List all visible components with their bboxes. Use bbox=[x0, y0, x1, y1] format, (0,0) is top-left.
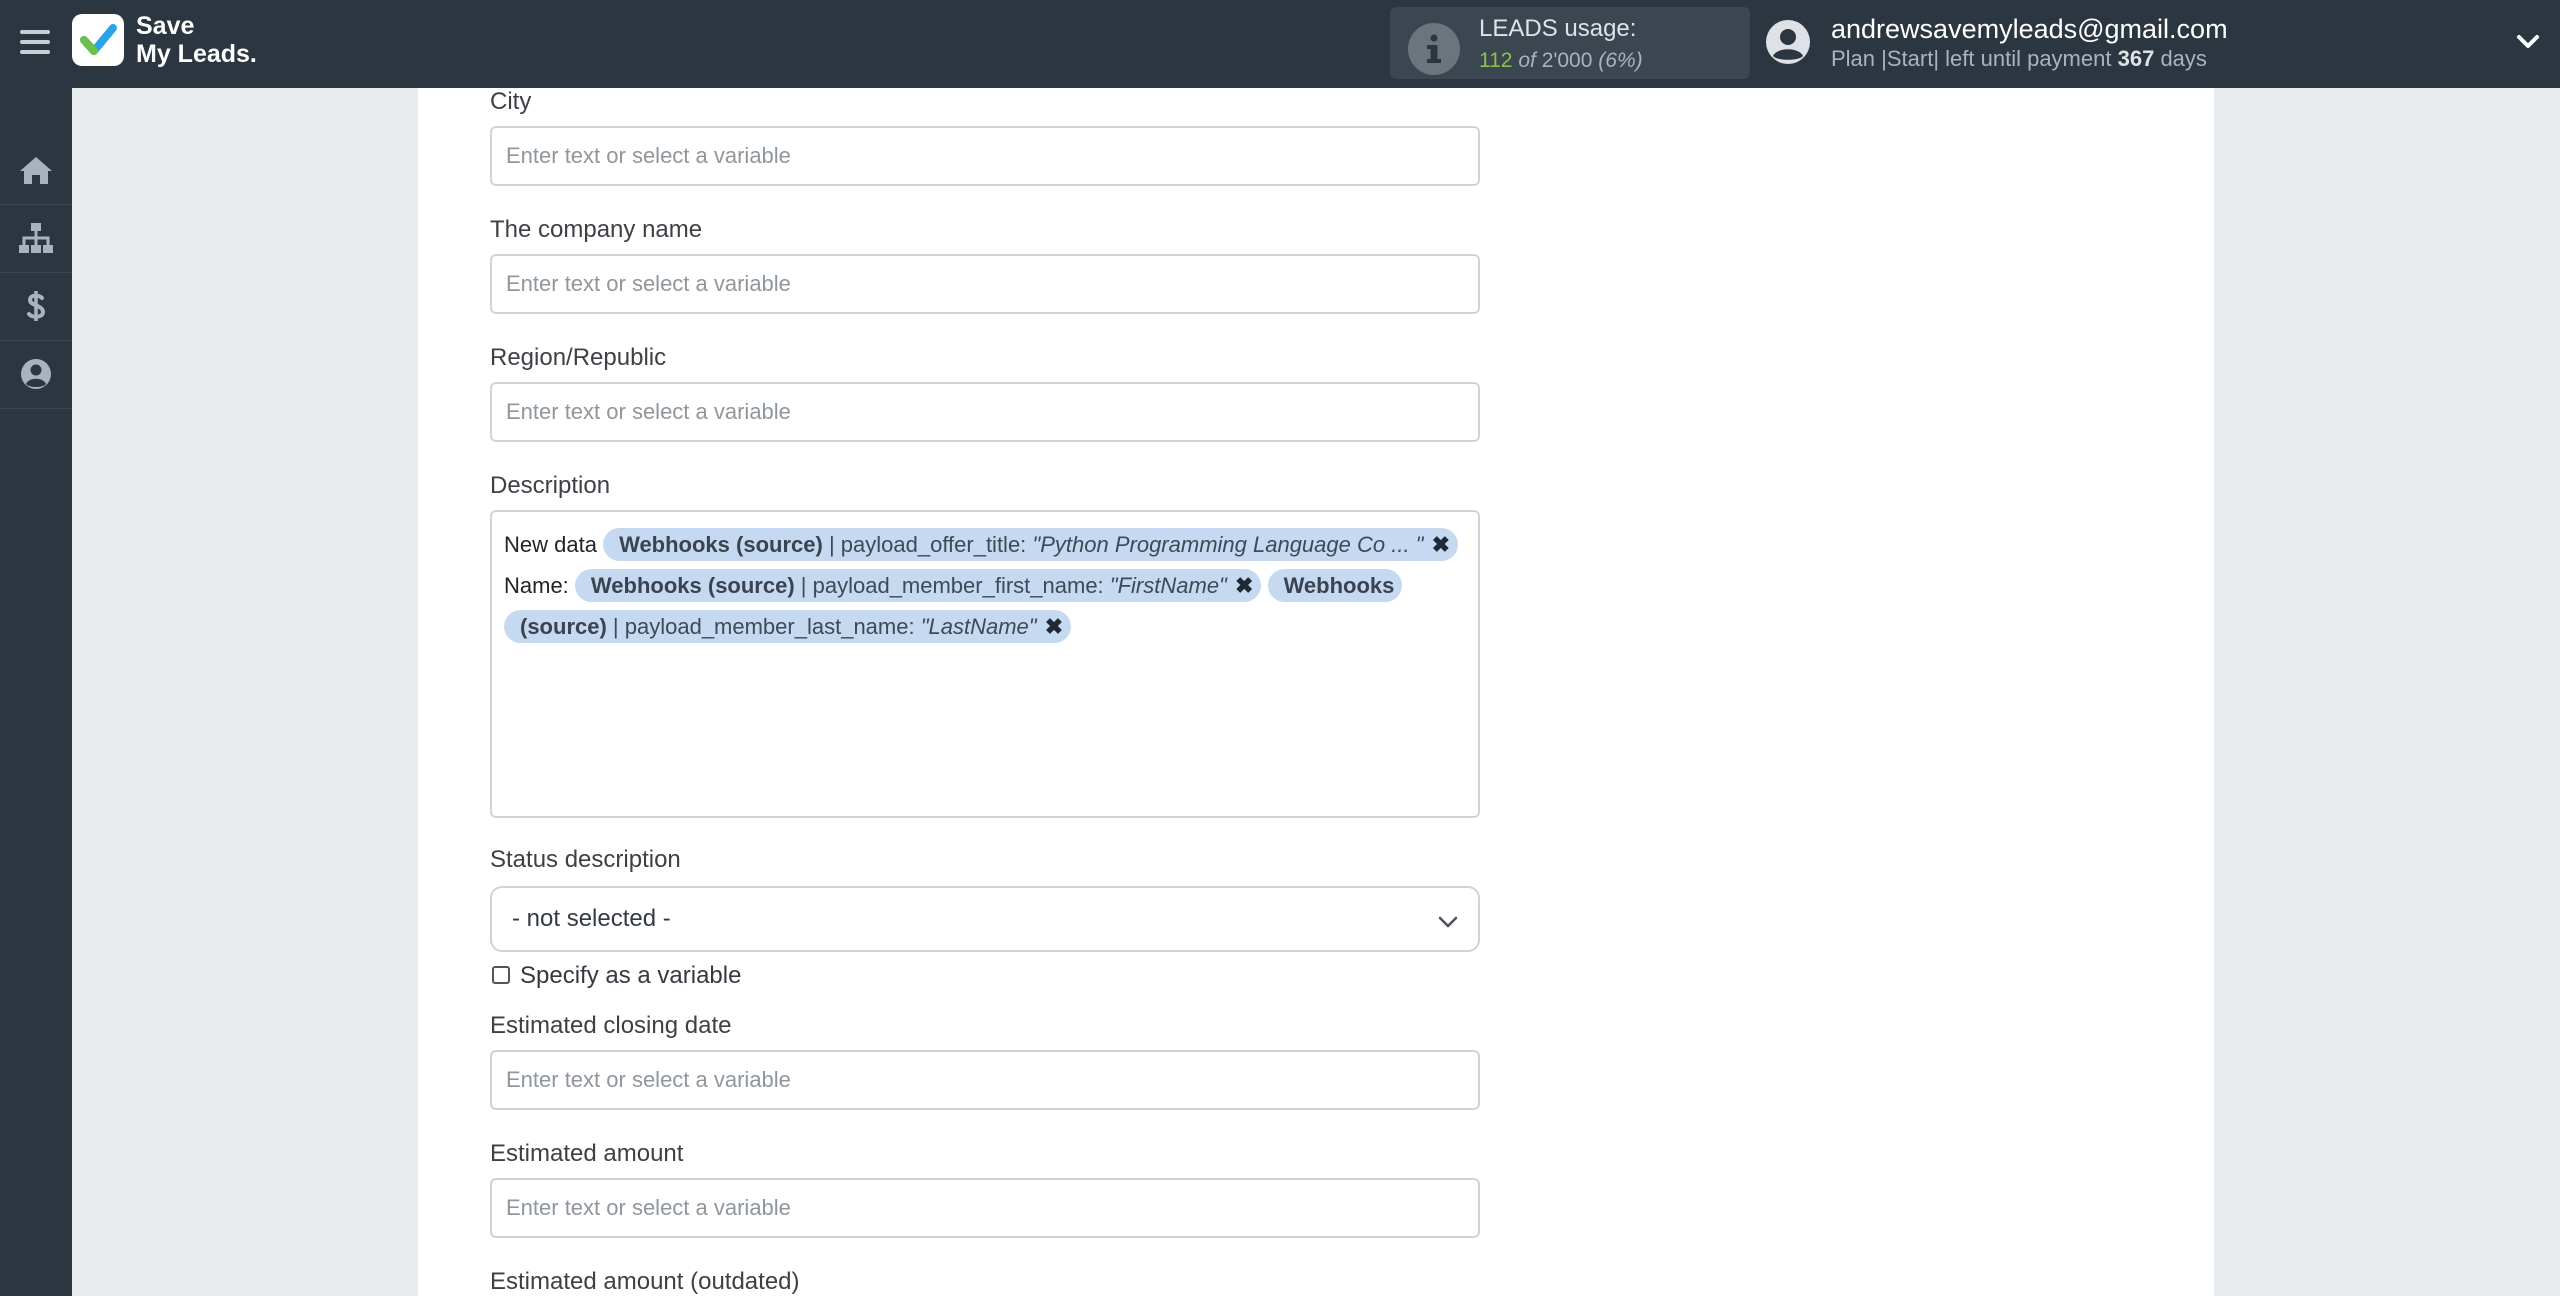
usage-of: of bbox=[1518, 49, 1536, 72]
tag-field: | payload_member_last_name: bbox=[612, 614, 915, 639]
leads-usage-panel: LEADS usage: 112 of 2'000 (6%) bbox=[1390, 7, 1750, 79]
logo-icon[interactable] bbox=[72, 14, 124, 66]
usage-title: LEADS usage: bbox=[1479, 15, 1637, 42]
sitemap-icon bbox=[19, 223, 53, 253]
hamburger-menu-icon[interactable] bbox=[16, 24, 56, 64]
variable-tag-first-name[interactable]: Webhooks (source) | payload_member_first… bbox=[574, 569, 1262, 602]
home-icon bbox=[20, 157, 52, 184]
dollar-icon bbox=[27, 291, 46, 321]
tag-field: | payload_member_first_name: bbox=[800, 573, 1104, 598]
tag-value: "Python Programming Language Co ... " bbox=[1032, 532, 1424, 557]
plan-days-suffix: days bbox=[2160, 46, 2207, 71]
sidebar bbox=[0, 88, 72, 1296]
status-description-label: Status description bbox=[490, 846, 681, 873]
tag-value: "FirstName" bbox=[1109, 573, 1227, 598]
chevron-down-icon[interactable] bbox=[2512, 26, 2544, 58]
description-static-text: Name: bbox=[504, 573, 569, 598]
sidebar-item-connections[interactable] bbox=[0, 204, 72, 273]
user-email[interactable]: andrewsavemyleads@gmail.com bbox=[1831, 14, 2228, 45]
remove-tag-icon[interactable]: ✖ bbox=[1430, 532, 1450, 557]
info-icon bbox=[1408, 23, 1460, 75]
logo-text[interactable]: Save My Leads. bbox=[136, 12, 257, 68]
user-avatar-icon[interactable] bbox=[1764, 18, 1812, 66]
description-label: Description bbox=[490, 472, 611, 499]
company-name-input[interactable] bbox=[490, 254, 1480, 314]
city-input[interactable] bbox=[490, 126, 1480, 186]
remove-tag-icon[interactable]: ✖ bbox=[1233, 573, 1253, 598]
user-circle-icon bbox=[21, 359, 51, 389]
description-static-text: New data bbox=[504, 532, 597, 557]
plan-prefix: Plan |Start| left until payment bbox=[1831, 46, 2112, 71]
estimated-amount-label: Estimated amount bbox=[490, 1140, 684, 1167]
usage-limit: 2'000 bbox=[1541, 49, 1593, 72]
sidebar-item-home[interactable] bbox=[0, 136, 72, 205]
estimated-amount-input[interactable] bbox=[490, 1178, 1480, 1238]
specify-variable-label[interactable]: Specify as a variable bbox=[520, 962, 741, 990]
chevron-down-icon bbox=[1438, 916, 1458, 928]
status-description-select[interactable]: - not selected - bbox=[490, 886, 1480, 952]
tag-source: Webhooks (source) bbox=[590, 573, 795, 598]
sidebar-item-account[interactable] bbox=[0, 340, 72, 409]
region-label: Region/Republic bbox=[490, 344, 667, 371]
variable-tag-offer-title[interactable]: Webhooks (source) | payload_offer_title:… bbox=[603, 528, 1459, 561]
estimated-amount-outdated-label: Estimated amount (outdated) bbox=[490, 1268, 800, 1295]
usage-percent: (6%) bbox=[1598, 49, 1643, 72]
remove-tag-icon[interactable]: ✖ bbox=[1043, 614, 1063, 639]
city-label: City bbox=[490, 88, 532, 115]
company-name-label: The company name bbox=[490, 216, 703, 243]
closing-date-label: Estimated closing date bbox=[490, 1012, 732, 1039]
status-selected-value: - not selected - bbox=[512, 905, 671, 932]
description-field[interactable]: New data Webhooks (source) | payload_off… bbox=[490, 510, 1480, 818]
user-plan: Plan |Start| left until payment 367 days bbox=[1831, 46, 2207, 72]
plan-days: 367 bbox=[2117, 46, 2155, 71]
specify-variable-checkbox[interactable] bbox=[492, 966, 510, 984]
tag-field: | payload_offer_title: bbox=[828, 532, 1027, 557]
region-input[interactable] bbox=[490, 382, 1480, 442]
logo-line1: Save bbox=[136, 12, 195, 40]
logo-line2: My Leads. bbox=[136, 40, 257, 68]
sidebar-item-billing[interactable] bbox=[0, 272, 72, 341]
main-card: City The company name Region/Republic De… bbox=[418, 88, 2214, 1296]
tag-value: "LastName" bbox=[920, 614, 1037, 639]
tag-source: Webhooks (source) bbox=[619, 532, 823, 557]
closing-date-input[interactable] bbox=[490, 1050, 1480, 1110]
usage-used: 112 bbox=[1479, 49, 1513, 72]
top-bar: Save My Leads. LEADS usage: 112 of 2'000… bbox=[0, 0, 2560, 88]
usage-count: 112 of 2'000 (6%) bbox=[1479, 49, 1643, 73]
